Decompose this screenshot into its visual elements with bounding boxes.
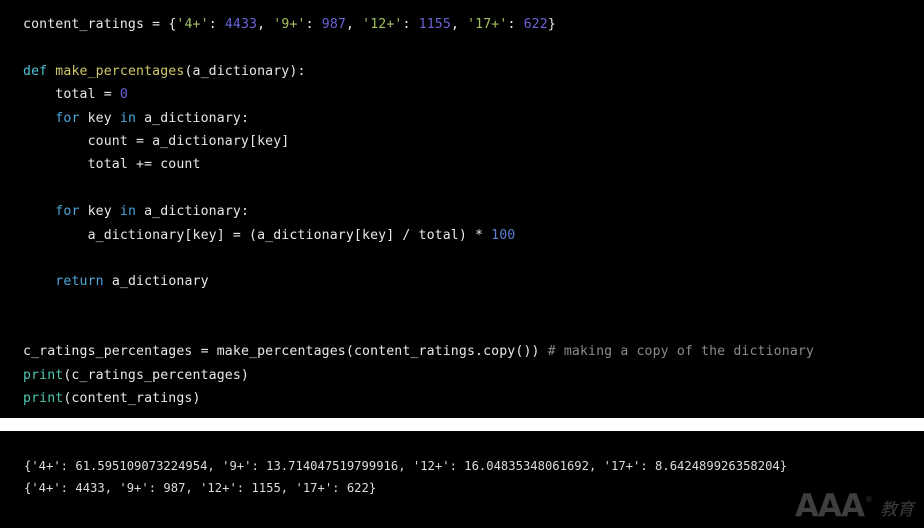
code-token: content_ratings	[23, 17, 153, 32]
code-token: 1155	[418, 17, 451, 32]
code-token: total	[23, 87, 104, 103]
code-token: :	[208, 17, 225, 32]
code-token: in	[119, 110, 145, 126]
code-token: =	[103, 87, 120, 103]
console-line: {'4+': 4433, '9+': 987, '12+': 1155, '17…	[24, 481, 377, 495]
code-token: :	[507, 17, 524, 32]
console-line: {'4+': 61.595109073224954, '9+': 13.7140…	[24, 459, 788, 473]
code-token: :	[402, 17, 419, 32]
code-token: return	[55, 274, 112, 290]
code-token: (c_ratings_percentages)	[63, 367, 250, 383]
code-editor-panel[interactable]: content_ratings = {'4+': 4433, '9+': 987…	[0, 0, 924, 418]
code-token: 0	[119, 87, 128, 103]
code-content[interactable]: content_ratings = {'4+': 4433, '9+': 987…	[0, 0, 924, 411]
code-line: for key in a_dictionary:	[23, 107, 924, 130]
code-token: a_dictionary:	[144, 110, 250, 126]
watermark-suffix-text: 教育	[880, 500, 914, 520]
code-line: return a_dictionary	[23, 270, 924, 293]
code-line: def make_percentages(a_dictionary):	[23, 60, 924, 83]
panel-divider	[0, 418, 924, 431]
code-line: total += count	[23, 153, 924, 176]
code-line: a_dictionary[key] = (a_dictionary[key] /…	[23, 224, 924, 247]
code-token: 622	[523, 17, 548, 32]
code-token: a_dictionary:	[144, 204, 250, 220]
code-token: def	[23, 63, 56, 79]
code-editor-screenshot: content_ratings = {'4+': 4433, '9+': 987…	[0, 0, 924, 528]
code-token: key	[87, 204, 120, 220]
code-token: '9+'	[273, 17, 306, 32]
code-line: c_ratings_percentages = make_percentages…	[23, 340, 924, 363]
code-token: '4+'	[176, 17, 209, 32]
code-token: 100	[491, 227, 516, 243]
code-line: print(content_ratings)	[23, 387, 924, 410]
code-token: '12+'	[362, 17, 403, 32]
code-token: :	[305, 17, 322, 32]
code-token: (a_dictionary):	[184, 63, 306, 79]
code-line: for key in a_dictionary:	[23, 200, 924, 223]
console-output: {'4+': 61.595109073224954, '9+': 13.7140…	[0, 431, 924, 499]
code-token: make_percentages	[55, 63, 185, 79]
code-token: # making a copy of the dictionary	[547, 344, 815, 360]
code-token: ,	[450, 17, 468, 32]
code-token: }	[547, 17, 556, 32]
code-token: =	[200, 344, 217, 360]
code-token: total += count	[23, 157, 201, 173]
code-line: count = a_dictionary[key]	[23, 130, 924, 153]
code-token: print	[23, 367, 64, 383]
code-token: 987	[321, 17, 346, 32]
code-line: content_ratings = {'4+': 4433, '9+': 987…	[23, 13, 924, 36]
output-console-panel[interactable]: {'4+': 61.595109073224954, '9+': 13.7140…	[0, 431, 924, 528]
code-token: print	[23, 391, 64, 407]
code-token: ,	[345, 17, 363, 32]
code-line: total = 0	[23, 83, 924, 106]
code-token: in	[119, 204, 145, 220]
code-token: c_ratings_percentages	[23, 344, 201, 360]
code-token: '17+'	[467, 17, 508, 32]
code-token: (content_ratings)	[63, 391, 201, 407]
code-token: ,	[257, 17, 274, 32]
code-token: make_percentages(content_ratings.copy())	[216, 344, 548, 360]
code-token: key	[87, 110, 120, 126]
code-token: for	[55, 204, 88, 220]
code-token: for	[55, 110, 88, 126]
code-token: 4433	[224, 17, 258, 32]
code-token: count = a_dictionary[key]	[23, 133, 290, 149]
code-token: a_dictionary[key] = (a_dictionary[key] /…	[23, 227, 492, 243]
code-token: a_dictionary	[111, 274, 209, 290]
code-token: =	[152, 17, 169, 32]
code-line: print(c_ratings_percentages)	[23, 364, 924, 387]
